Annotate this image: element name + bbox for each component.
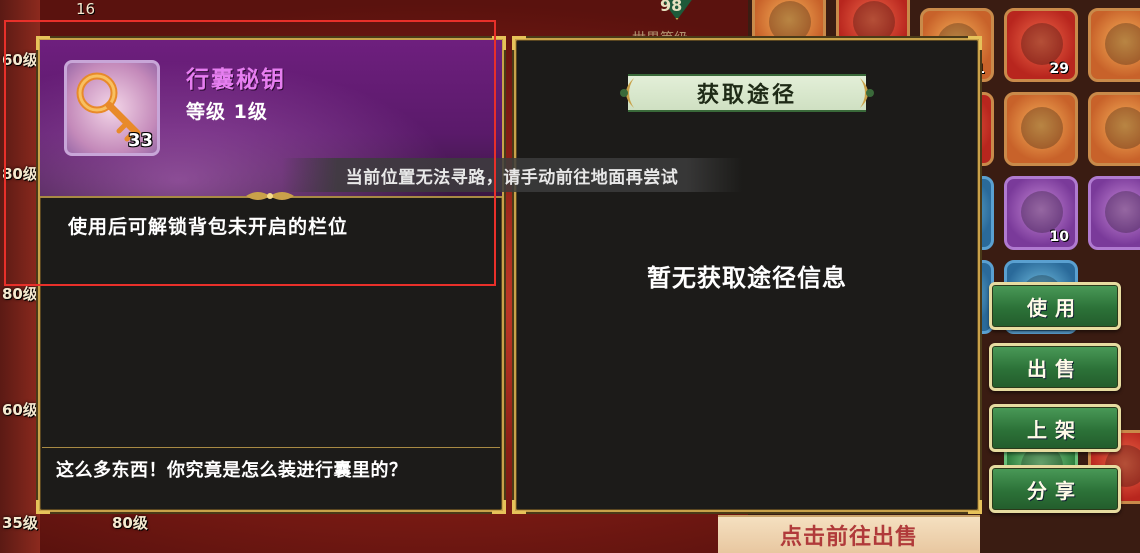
inventory-slot[interactable]: 29	[1004, 8, 1078, 82]
use-button[interactable]: 使用	[989, 282, 1121, 330]
flavor-divider	[42, 447, 500, 448]
world-level-number: 98	[660, 0, 683, 15]
panel-corner	[36, 500, 50, 514]
panel-corner	[968, 36, 982, 50]
acquire-title: 获取途径	[696, 83, 797, 108]
share-button[interactable]: 分享	[989, 465, 1121, 513]
go-sell-banner[interactable]: 点击前往出售	[718, 515, 980, 553]
inventory-slot[interactable]: 3	[1088, 92, 1140, 166]
item-icon	[769, 1, 811, 43]
item-icon	[1105, 191, 1140, 233]
bottom-level-label: 35级	[2, 514, 38, 532]
item-icon	[853, 1, 895, 43]
acquire-panel: 获取途径 暂无获取途径信息	[512, 36, 982, 514]
panel-corner	[492, 500, 506, 514]
acquire-title-plate: 获取途径	[612, 74, 882, 112]
item-icon	[1105, 23, 1140, 65]
panel-corner	[512, 500, 526, 514]
panel-corner	[512, 36, 526, 50]
item-icon	[1105, 107, 1140, 149]
bottom-level-label: 80级	[112, 514, 148, 532]
inventory-slot[interactable]: 10	[1004, 176, 1078, 250]
left-level-label: 60级	[2, 400, 38, 419]
top-number: 16	[76, 0, 96, 18]
inventory-slot[interactable]	[1088, 176, 1140, 250]
item-icon	[1021, 191, 1063, 233]
inventory-slot[interactable]	[1088, 8, 1140, 82]
slot-qty: 29	[1049, 61, 1069, 77]
item-flavor-text: 这么多东西！你究竟是怎么装进行囊里的？	[56, 460, 408, 481]
sell-button[interactable]: 出售	[989, 343, 1121, 391]
slot-qty: 10	[1049, 229, 1069, 245]
inventory-slot[interactable]	[1004, 92, 1078, 166]
item-icon	[1021, 107, 1063, 149]
highlight-box	[4, 20, 496, 286]
item-icon	[1021, 23, 1063, 65]
acquire-empty-message: 暂无获取途径信息	[647, 264, 847, 292]
list-button[interactable]: 上架	[989, 404, 1121, 452]
panel-corner	[968, 500, 982, 514]
